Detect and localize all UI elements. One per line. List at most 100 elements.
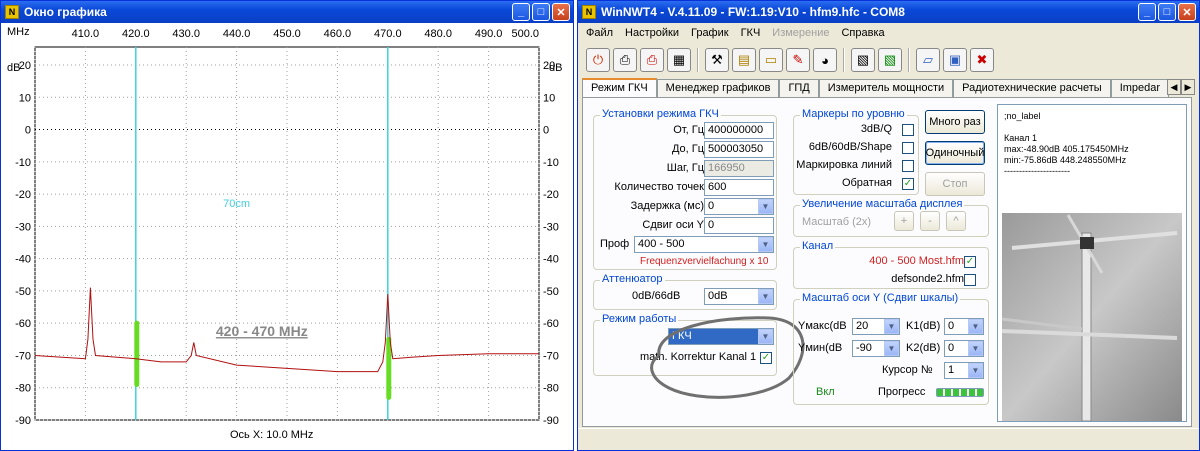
cursor-select[interactable]: 1 ▼ bbox=[944, 362, 984, 379]
close-button[interactable]: ✕ bbox=[552, 3, 570, 21]
tab-vfo[interactable]: ГПД bbox=[779, 79, 819, 98]
graph-window-titlebar[interactable]: N Окно графика _ □ ✕ bbox=[1, 1, 573, 23]
from-label: От, Гц bbox=[673, 124, 704, 136]
marker-lines-label: Маркировка линий bbox=[796, 159, 892, 171]
close-button[interactable]: ✕ bbox=[1178, 3, 1196, 21]
attenuator-select[interactable]: 0dB ▼ bbox=[704, 288, 774, 305]
zoom-plus-button[interactable]: + bbox=[894, 211, 914, 231]
tab-scroll-left-icon[interactable]: ◀ bbox=[1167, 79, 1181, 95]
x-tick-label: 460.0 bbox=[324, 28, 352, 40]
menu-bar: Файл Настройки График ГКЧ Измерение Спра… bbox=[578, 23, 1199, 42]
level-markers-group: Маркеры по уровню 3dB/Q 6dB/60dB/Shape М… bbox=[793, 108, 919, 195]
channel1-file: 400 - 500 Most.hfm bbox=[869, 255, 964, 267]
stop-button[interactable]: Стоп bbox=[925, 172, 985, 196]
y-tick-label-left: -90 bbox=[15, 415, 31, 427]
k1-label: K1(dB) bbox=[906, 320, 941, 332]
channel1-checkbox[interactable]: ✓ bbox=[964, 256, 976, 268]
attenuator-label: 0dB/66dB bbox=[632, 290, 681, 302]
yshift-label: Сдвиг оси Y bbox=[642, 219, 704, 231]
chevron-down-icon: ▼ bbox=[968, 341, 983, 356]
zoom-up-button[interactable]: ^ bbox=[946, 211, 966, 231]
run-single-button[interactable]: Одиночный bbox=[925, 141, 985, 165]
ymax-select[interactable]: 20 ▼ bbox=[852, 318, 900, 335]
menu-measure: Измерение bbox=[772, 26, 830, 39]
print-color-icon[interactable]: ⎙ bbox=[640, 48, 664, 72]
k2-select[interactable]: 0 ▼ bbox=[944, 340, 984, 357]
menu-sweep[interactable]: ГКЧ bbox=[735, 27, 767, 39]
config-icon[interactable]: ▤ bbox=[732, 48, 756, 72]
channel2-checkbox[interactable] bbox=[964, 274, 976, 286]
tab-rf-calc[interactable]: Радиотехнические расчеты bbox=[953, 79, 1111, 98]
y-tick-label-right: 0 bbox=[543, 125, 549, 137]
marker-inverse-checkbox[interactable]: ✓ bbox=[902, 178, 914, 190]
y-tick-label-left: -60 bbox=[15, 318, 31, 330]
info-text: ;no_label Канал 1 max:-48.90dB 405.17545… bbox=[1004, 111, 1129, 177]
y-tick-label-right: -20 bbox=[543, 189, 559, 201]
minimize-button[interactable]: _ bbox=[1138, 3, 1156, 21]
y-tick-label-right: -60 bbox=[543, 318, 559, 330]
yscale-group: Масштаб оси Y (Сдвиг шкалы) Yмакс(dB 20 … bbox=[793, 292, 989, 405]
load-curve-icon[interactable]: ▧ bbox=[851, 48, 875, 72]
print-preview-icon[interactable]: ▦ bbox=[667, 48, 691, 72]
channel-title: Канал bbox=[800, 240, 836, 252]
marker-3db-checkbox[interactable] bbox=[902, 124, 914, 136]
chevron-down-icon: ▼ bbox=[968, 319, 983, 334]
note-icon[interactable]: ▭ bbox=[759, 48, 783, 72]
profile-select[interactable]: 400 - 500 ▼ bbox=[634, 236, 774, 253]
y-tick-label-left: -20 bbox=[15, 189, 31, 201]
power-icon[interactable]: ⏻ bbox=[586, 48, 610, 72]
maximize-button[interactable]: □ bbox=[1158, 3, 1176, 21]
wrench-icon[interactable]: ✎ bbox=[786, 48, 810, 72]
maximize-button[interactable]: □ bbox=[532, 3, 550, 21]
spectrum-plot[interactable]: 20 20 10 10 0 0 -10 -10 -20 -20 -30 -30 -40 -40 -50 -50… bbox=[1, 23, 573, 451]
info-channel-line: Канал 1 bbox=[1004, 133, 1037, 143]
chevron-down-icon: ▼ bbox=[758, 199, 773, 214]
points-input[interactable]: 600 bbox=[704, 179, 774, 196]
graph-window-title: Окно графика bbox=[24, 5, 107, 19]
tab-graph-manager[interactable]: Менеджер графиков bbox=[656, 79, 780, 98]
menu-file[interactable]: Файл bbox=[580, 27, 619, 39]
tools-icon[interactable]: ⚒ bbox=[705, 48, 729, 72]
save-icon[interactable]: ▣ bbox=[943, 48, 967, 72]
y-tick-label-left: 20 bbox=[19, 60, 31, 72]
tux-icon[interactable]: ◕ bbox=[813, 48, 837, 72]
delete-icon[interactable]: ✖ bbox=[970, 48, 994, 72]
ymin-select[interactable]: -90 ▼ bbox=[852, 340, 900, 357]
status-bar bbox=[578, 428, 1199, 450]
y-tick-label-left: -30 bbox=[15, 221, 31, 233]
save-curve-icon[interactable]: ▧ bbox=[878, 48, 902, 72]
menu-help[interactable]: Справка bbox=[835, 27, 890, 39]
tab-sweep-mode[interactable]: Режим ГКЧ bbox=[582, 78, 657, 98]
tab-power-meter[interactable]: Измеритель мощности bbox=[818, 79, 954, 98]
y-tick-label-right: -90 bbox=[543, 415, 559, 427]
print-icon[interactable]: ⎙ bbox=[613, 48, 637, 72]
chevron-down-icon: ▼ bbox=[884, 319, 899, 334]
y-tick-label-right: 20 bbox=[543, 60, 555, 72]
k1-select[interactable]: 0 ▼ bbox=[944, 318, 984, 335]
minimize-button[interactable]: _ bbox=[512, 3, 530, 21]
y-tick-label-right: -30 bbox=[543, 221, 559, 233]
sweep-settings-title: Установки режима ГКЧ bbox=[600, 108, 721, 120]
menu-graph[interactable]: График bbox=[685, 27, 735, 39]
marker-6db-checkbox[interactable] bbox=[902, 142, 914, 154]
cursor-label: Курсор № bbox=[882, 364, 933, 376]
run-continuous-button[interactable]: Много раз bbox=[925, 110, 985, 134]
to-label: До, Гц bbox=[671, 143, 704, 155]
yscale-title: Масштаб оси Y (Сдвиг шкалы) bbox=[800, 292, 961, 304]
tab-scroll-right-icon[interactable]: ▶ bbox=[1181, 79, 1195, 95]
level-markers-title: Маркеры по уровню bbox=[800, 108, 907, 120]
y-tick-label-left: 0 bbox=[25, 125, 31, 137]
open-icon[interactable]: ▱ bbox=[916, 48, 940, 72]
ymax-label: Yмакс(dB bbox=[798, 320, 847, 332]
marker-lines-checkbox[interactable] bbox=[902, 160, 914, 172]
delay-select[interactable]: 0 ▼ bbox=[704, 198, 774, 215]
to-input[interactable]: 500003050 bbox=[704, 141, 774, 158]
menu-settings[interactable]: Настройки bbox=[619, 27, 685, 39]
tab-impedance[interactable]: Impedar bbox=[1110, 79, 1170, 98]
from-input[interactable]: 400000000 bbox=[704, 122, 774, 139]
nwt-window-titlebar[interactable]: N WinNWT4 - V.4.11.09 - FW:1.19:V10 - hf… bbox=[578, 1, 1199, 23]
zoom-minus-button[interactable]: - bbox=[920, 211, 940, 231]
marker-6db-label: 6dB/60dB/Shape bbox=[808, 141, 892, 153]
yshift-input[interactable]: 0 bbox=[704, 217, 774, 234]
progress-label: Прогресс bbox=[878, 386, 926, 398]
